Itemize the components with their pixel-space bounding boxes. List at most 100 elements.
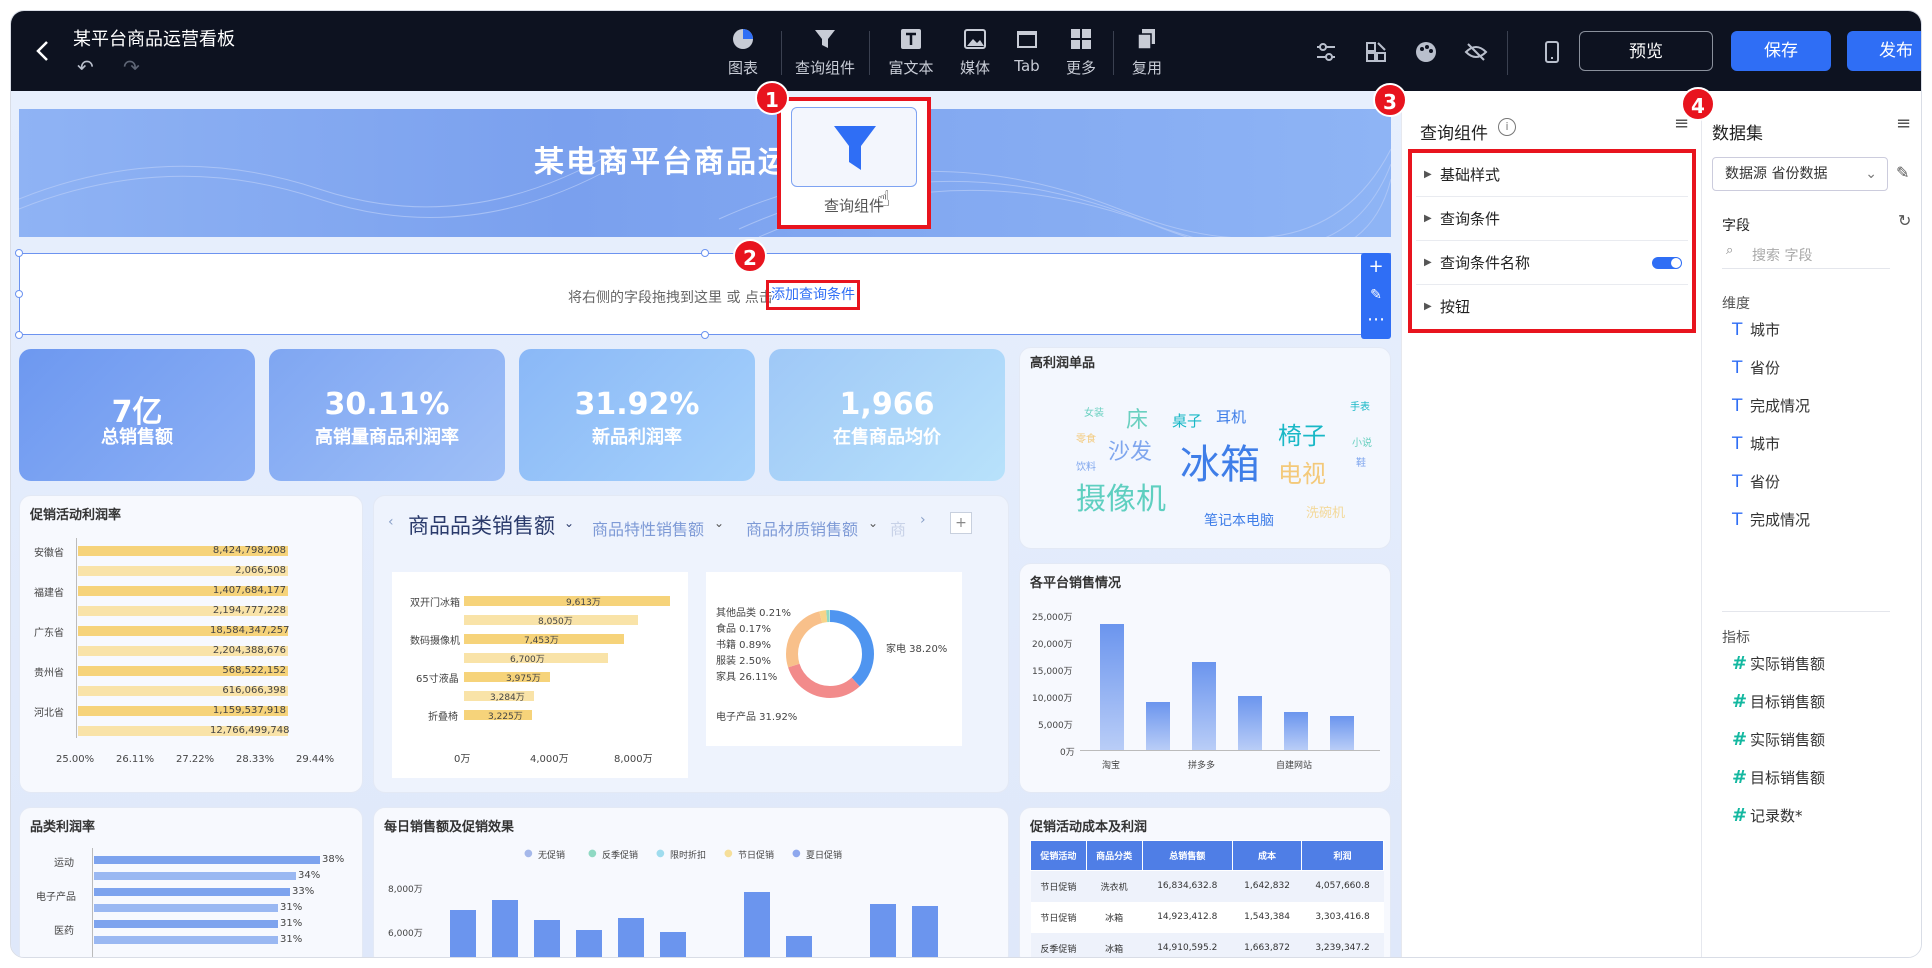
edit-icon[interactable]: ✎ xyxy=(1361,281,1391,309)
donut-label: 电子产品 31.92% xyxy=(716,712,798,723)
field-item[interactable]: T 省份 xyxy=(1732,357,1780,378)
bar xyxy=(450,910,476,957)
toolbar-reuse[interactable]: 复用 xyxy=(1121,25,1173,81)
resize-handle[interactable] xyxy=(15,331,23,339)
settings-sliders-icon[interactable] xyxy=(1313,39,1339,65)
y-tick: 10,000万 xyxy=(1032,694,1073,704)
field-item[interactable]: # 目标销售额 xyxy=(1732,767,1825,788)
card-title: 每日销售额及促销效果 xyxy=(384,820,515,835)
number-field-icon: # xyxy=(1732,691,1748,712)
field-name: 城市 xyxy=(1750,321,1781,339)
field-item[interactable]: T 完成情况 xyxy=(1732,395,1810,416)
x-label: 拼多多 xyxy=(1188,761,1216,771)
kpi-card: 30.11% 高销量商品利润率 xyxy=(269,349,505,481)
resize-handle[interactable] xyxy=(15,249,23,257)
text-field-icon: T xyxy=(1732,434,1743,454)
redo-icon[interactable]: ↷ xyxy=(123,55,140,79)
table-cell: 16,834,632.8 xyxy=(1157,881,1218,892)
field-item[interactable]: # 目标销售额 xyxy=(1732,691,1825,712)
toolbar-media[interactable]: 媒体 xyxy=(947,25,1003,81)
more-icon[interactable]: ⋯ xyxy=(1361,309,1391,337)
data-label: 1,159,537,918 xyxy=(212,705,286,716)
promo-table: 促销活动 商品分类 总销售额 成本 利润 节日促销 洗衣机 16,834,632… xyxy=(1030,840,1384,957)
resize-handle[interactable] xyxy=(701,249,709,257)
donut-chart: 家电 38.20% 电子产品 31.92% 家具 26.11% 服装 2.50%… xyxy=(706,572,962,746)
field-item[interactable]: # 实际销售额 xyxy=(1732,729,1825,750)
x-tick: 29.44% xyxy=(296,754,335,765)
chevron-left-icon[interactable] xyxy=(29,37,57,65)
add-tab-icon[interactable]: + xyxy=(950,512,972,534)
y-tick: 20,000万 xyxy=(1032,640,1073,650)
palette-icon[interactable] xyxy=(1413,39,1439,65)
panel-title: 查询组件 xyxy=(1420,124,1488,144)
add-icon[interactable]: + xyxy=(1361,253,1391,281)
dataset-select[interactable]: 数据源 省份数据 ⌄ xyxy=(1712,157,1888,191)
toolbar-rich-text[interactable]: 富文本 xyxy=(881,25,941,81)
mobile-icon[interactable] xyxy=(1539,39,1565,65)
field-name: 实际销售额 xyxy=(1750,655,1826,673)
caret-right-icon: ▶ xyxy=(1424,301,1432,312)
section-label: 查询条件 xyxy=(1440,210,1501,228)
field-item[interactable]: # 记录数* xyxy=(1732,805,1803,826)
section-query-conditions[interactable]: ▶ 查询条件 xyxy=(1416,197,1688,241)
kpi-label: 在售商品均价 xyxy=(833,427,941,448)
layout-icon[interactable] xyxy=(1363,39,1389,65)
undo-icon[interactable]: ↶ xyxy=(77,55,94,79)
bar xyxy=(492,900,518,957)
tab-active[interactable]: 商品品类销售额 xyxy=(408,510,555,540)
field-item[interactable]: T 省份 xyxy=(1732,471,1780,492)
add-query-condition-link[interactable]: 添加查询条件 xyxy=(766,280,860,310)
dashboard-title: 某平台商品运营看板 xyxy=(73,29,235,50)
toolbar-chart[interactable]: 图表 xyxy=(713,25,773,81)
field-item[interactable]: T 城市 xyxy=(1732,319,1780,340)
toolbar-tab[interactable]: Tab xyxy=(1001,25,1053,81)
resize-handle[interactable] xyxy=(701,331,709,339)
toggle-switch[interactable] xyxy=(1652,257,1682,269)
toggle-knob xyxy=(1671,258,1681,268)
card-title: 促销活动利润率 xyxy=(30,508,122,523)
refresh-icon[interactable]: ↻ xyxy=(1898,211,1911,230)
field-item[interactable]: T 城市 xyxy=(1732,433,1780,454)
chevron-right-icon[interactable]: › xyxy=(920,512,926,528)
y-label: 电子产品 xyxy=(36,892,76,903)
info-icon[interactable]: i xyxy=(1498,118,1516,136)
x-tick: 8,000万 xyxy=(614,754,653,765)
section-button[interactable]: ▶ 按钮 xyxy=(1416,285,1688,329)
tab-item-cut[interactable]: 商 xyxy=(890,516,906,540)
preview-button[interactable]: 预览 xyxy=(1579,31,1713,71)
legend-item: 节日促销 xyxy=(738,851,775,861)
data-label: 31% xyxy=(280,902,303,913)
resize-handle[interactable] xyxy=(15,290,23,298)
publish-button[interactable]: 发布 xyxy=(1847,31,1921,71)
promo-table-card: 促销活动成本及利润 促销活动 商品分类 总销售额 成本 利润 节日促销 洗衣机 … xyxy=(1019,807,1391,957)
section-basic-style[interactable]: ▶ 基础样式 xyxy=(1416,153,1688,197)
legend-dot: ● xyxy=(724,848,733,859)
edit-icon[interactable]: ✎ xyxy=(1896,163,1909,182)
menu-icon[interactable]: ≡ xyxy=(1896,113,1911,134)
table-row: 反季促销 冰箱 14,910,595.2 1,663,872 3,239,347… xyxy=(1030,932,1384,957)
axis-line xyxy=(92,848,93,957)
query-drop-zone[interactable]: 将右侧的字段拖拽到这里 或 点击 添加查询条件 xyxy=(19,253,1391,335)
dashboard-canvas: 某电商平台商品运 将右侧的字段拖拽到这里 或 点击 添加查询条件 + ✎ ⋯ 7… xyxy=(11,91,1401,957)
chevron-left-icon[interactable]: ‹ xyxy=(388,514,394,530)
step-badge: 2 xyxy=(733,239,767,273)
platform-sales-card: 各平台销售情况 25,000万 20,000万 15,000万 10,000万 … xyxy=(1019,563,1391,793)
text-field-icon: T xyxy=(1732,472,1743,492)
save-button[interactable]: 保存 xyxy=(1731,31,1831,71)
toolbar-query-component[interactable]: 查询组件 xyxy=(789,25,861,81)
field-item[interactable]: T 完成情况 xyxy=(1732,509,1810,530)
data-label: 18,584,347,257 xyxy=(210,625,290,636)
data-label: 12,766,499,748 xyxy=(210,725,290,736)
field-search-input[interactable]: ⌕ 搜索 字段 xyxy=(1722,239,1890,269)
y-label: 双开门冰箱 xyxy=(410,598,460,609)
data-label: 2,066,508 xyxy=(235,565,286,576)
section-condition-name[interactable]: ▶ 查询条件名称 xyxy=(1416,241,1688,285)
tab-item[interactable]: 商品特性销售额 xyxy=(592,516,704,540)
tab-item[interactable]: 商品材质销售额 xyxy=(746,516,858,540)
number-field-icon: # xyxy=(1732,767,1748,788)
y-label: 运动 xyxy=(54,858,74,869)
eye-off-icon[interactable] xyxy=(1463,39,1489,65)
field-item[interactable]: # 实际销售额 xyxy=(1732,653,1825,674)
number-field-icon: # xyxy=(1732,805,1748,826)
toolbar-more[interactable]: 更多 xyxy=(1055,25,1107,81)
